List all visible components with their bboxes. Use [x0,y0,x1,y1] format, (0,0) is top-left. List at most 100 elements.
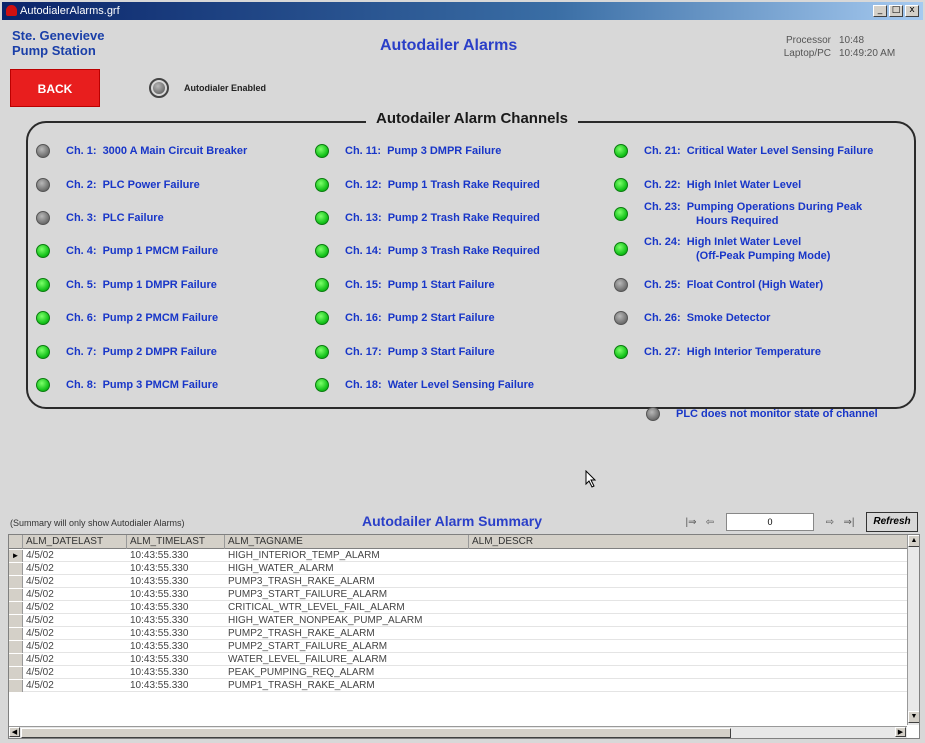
scroll-left-icon[interactable]: ◀ [9,727,20,737]
table-cell: 10:43:55.330 [130,563,189,574]
row-indicator[interactable] [9,680,23,692]
channel-number: Ch. 22: [644,179,681,191]
table-row[interactable]: 4/5/02 10:43:55.330 PUMP3_START_FAILURE_AL… [9,589,907,601]
table-cell: 10:43:55.330 [130,641,189,652]
table-cell: 10:43:55.330 [130,550,189,561]
processor-label: Processor [785,35,831,46]
channel-status-indicator [614,311,628,325]
table-cell: 4/5/02 [26,576,54,587]
column-header-descr[interactable]: ALM_DESCR [469,535,907,549]
row-indicator[interactable] [9,576,23,588]
table-cell: 10:43:55.330 [130,576,189,587]
table-row[interactable]: 4/5/02 10:43:55.330 PUMP2_START_FAILURE_AL… [9,641,907,653]
table-cell: 4/5/02 [26,680,54,691]
table-row[interactable]: ► 4/5/02 10:43:55.330 HIGH_INTERIOR_TEMP_AL… [9,550,907,562]
row-indicator[interactable] [9,589,23,601]
horizontal-scrollbar[interactable]: ◀ ▶ [9,726,907,738]
refresh-button[interactable]: Refresh [866,512,918,532]
channel-status-indicator [36,211,50,225]
table-cell: HIGH_INTERIOR_TEMP_ALARM [228,550,380,561]
table-row[interactable]: 4/5/02 10:43:55.330 PUMP2_TRASH_RAKE_ALARM [9,628,907,640]
channel-number: Ch. 23: [644,201,681,213]
row-indicator[interactable] [9,602,23,614]
table-cell: 10:43:55.330 [130,628,189,639]
channel-number: Ch. 12: [345,179,382,191]
column-header-datelast[interactable]: ALM_DATELAST [23,535,127,549]
legend-grey-indicator [646,407,660,421]
channel-label: Ch. 23: Pumping Operations During Peak Hou… [644,200,862,228]
channel-status-indicator [315,144,329,158]
prev-page-button[interactable]: ⇦ [702,515,718,531]
table-cell: PUMP1_TRASH_RAKE_ALARM [228,680,375,691]
channel-description: Pump 1 Trash Rake Required [387,179,540,191]
table-cell: PUMP3_START_FAILURE_ALARM [228,589,388,600]
channel-status-indicator [315,311,329,325]
channel-number: Ch. 18: [345,379,382,391]
last-page-button[interactable]: ⇒| [840,515,858,531]
row-indicator[interactable] [9,654,23,666]
row-indicator[interactable] [9,641,23,653]
scroll-up-icon[interactable]: ▲ [908,535,919,547]
minimize-button[interactable]: _ [873,5,887,17]
row-indicator[interactable] [9,563,23,575]
vertical-scrollbar[interactable]: ▲ ▼ [907,535,919,725]
column-header-timelast[interactable]: ALM_TIMELAST [127,535,225,549]
row-indicator[interactable] [9,628,23,640]
channel-label: Ch. 24: High Inlet Water Level (Off-Peak P… [644,235,830,263]
channel-number: Ch. 27: [644,346,681,358]
maximize-button[interactable]: □ [889,5,903,17]
channel-label: Ch. 3: PLC Failure [66,211,164,225]
next-page-button[interactable]: ⇨ [822,515,838,531]
alarm-channels-panel [26,121,916,409]
table-cell: 4/5/02 [26,667,54,678]
row-indicator[interactable]: ► [9,550,23,562]
scroll-down-icon[interactable]: ▼ [908,711,919,723]
channel-label: Ch. 21: Critical Water Level Sensing Fail… [644,144,873,158]
table-cell: CRITICAL_WTR_LEVEL_FAIL_ALARM [228,602,405,613]
channel-description: High Inlet Water Level [686,236,802,248]
column-header-tagname[interactable]: ALM_TAGNAME [225,535,469,549]
row-indicator[interactable] [9,615,23,627]
table-row[interactable]: 4/5/02 10:43:55.330 HIGH_WATER_NONPEAK_PUM… [9,615,907,627]
table-row[interactable]: 4/5/02 10:43:55.330 CRITICAL_WTR_LEVEL_FAI… [9,602,907,614]
channel-description: Pump 1 PMCM Failure [102,245,219,257]
close-button[interactable]: x [905,5,919,17]
table-cell: 4/5/02 [26,615,54,626]
table-row[interactable]: 4/5/02 10:43:55.330 PUMP1_TRASH_RAKE_ALARM [9,680,907,692]
channel-label: Ch. 6: Pump 2 PMCM Failure [66,311,218,325]
table-row[interactable]: 4/5/02 10:43:55.330 WATER_LEVEL_FAILURE_AL… [9,654,907,666]
channel-status-indicator [315,378,329,392]
table-cell: 4/5/02 [26,628,54,639]
channel-label: Ch. 18: Water Level Sensing Failure [345,378,534,392]
first-page-button[interactable]: |⇒ [682,515,700,531]
channel-description: PLC Failure [102,212,164,224]
scroll-right-icon[interactable]: ▶ [895,727,906,737]
table-cell: PUMP2_START_FAILURE_ALARM [228,641,388,652]
row-indicator[interactable] [9,667,23,679]
horizontal-scroll-thumb[interactable] [21,728,731,738]
table-cell: 10:43:55.330 [130,589,189,600]
back-button[interactable]: BACK [10,69,100,107]
table-row[interactable]: 4/5/02 10:43:55.330 PUMP3_TRASH_RAKE_ALARM [9,576,907,588]
table-cell: 4/5/02 [26,641,54,652]
page-number-input[interactable]: 0 [726,513,814,531]
channel-description: 3000 A Main Circuit Breaker [102,145,248,157]
channel-status-indicator [36,378,50,392]
table-cell: 10:43:55.330 [130,615,189,626]
table-row[interactable]: 4/5/02 10:43:55.330 HIGH_WATER_ALARM [9,563,907,575]
autodialer-enabled-indicator[interactable] [149,78,169,98]
channel-status-indicator [614,207,628,221]
channel-label: Ch. 8: Pump 3 PMCM Failure [66,378,218,392]
channel-number: Ch. 7: [66,346,97,358]
channel-status-indicator [36,311,50,325]
channel-status-indicator [36,278,50,292]
table-cell: 4/5/02 [26,602,54,613]
channel-description: Pump 2 Trash Rake Required [387,212,540,224]
channel-description: Pump 1 Start Failure [387,279,495,291]
table-row[interactable]: 4/5/02 10:43:55.330 PEAK_PUMPING_REQ_ALARM [9,667,907,679]
channel-number: Ch. 16: [345,312,382,324]
channel-label: Ch. 1: 3000 A Main Circuit Breaker [66,144,247,158]
channel-description: Float Control (High Water) [686,279,824,291]
channel-number: Ch. 13: [345,212,382,224]
mouse-cursor-icon [585,470,597,488]
